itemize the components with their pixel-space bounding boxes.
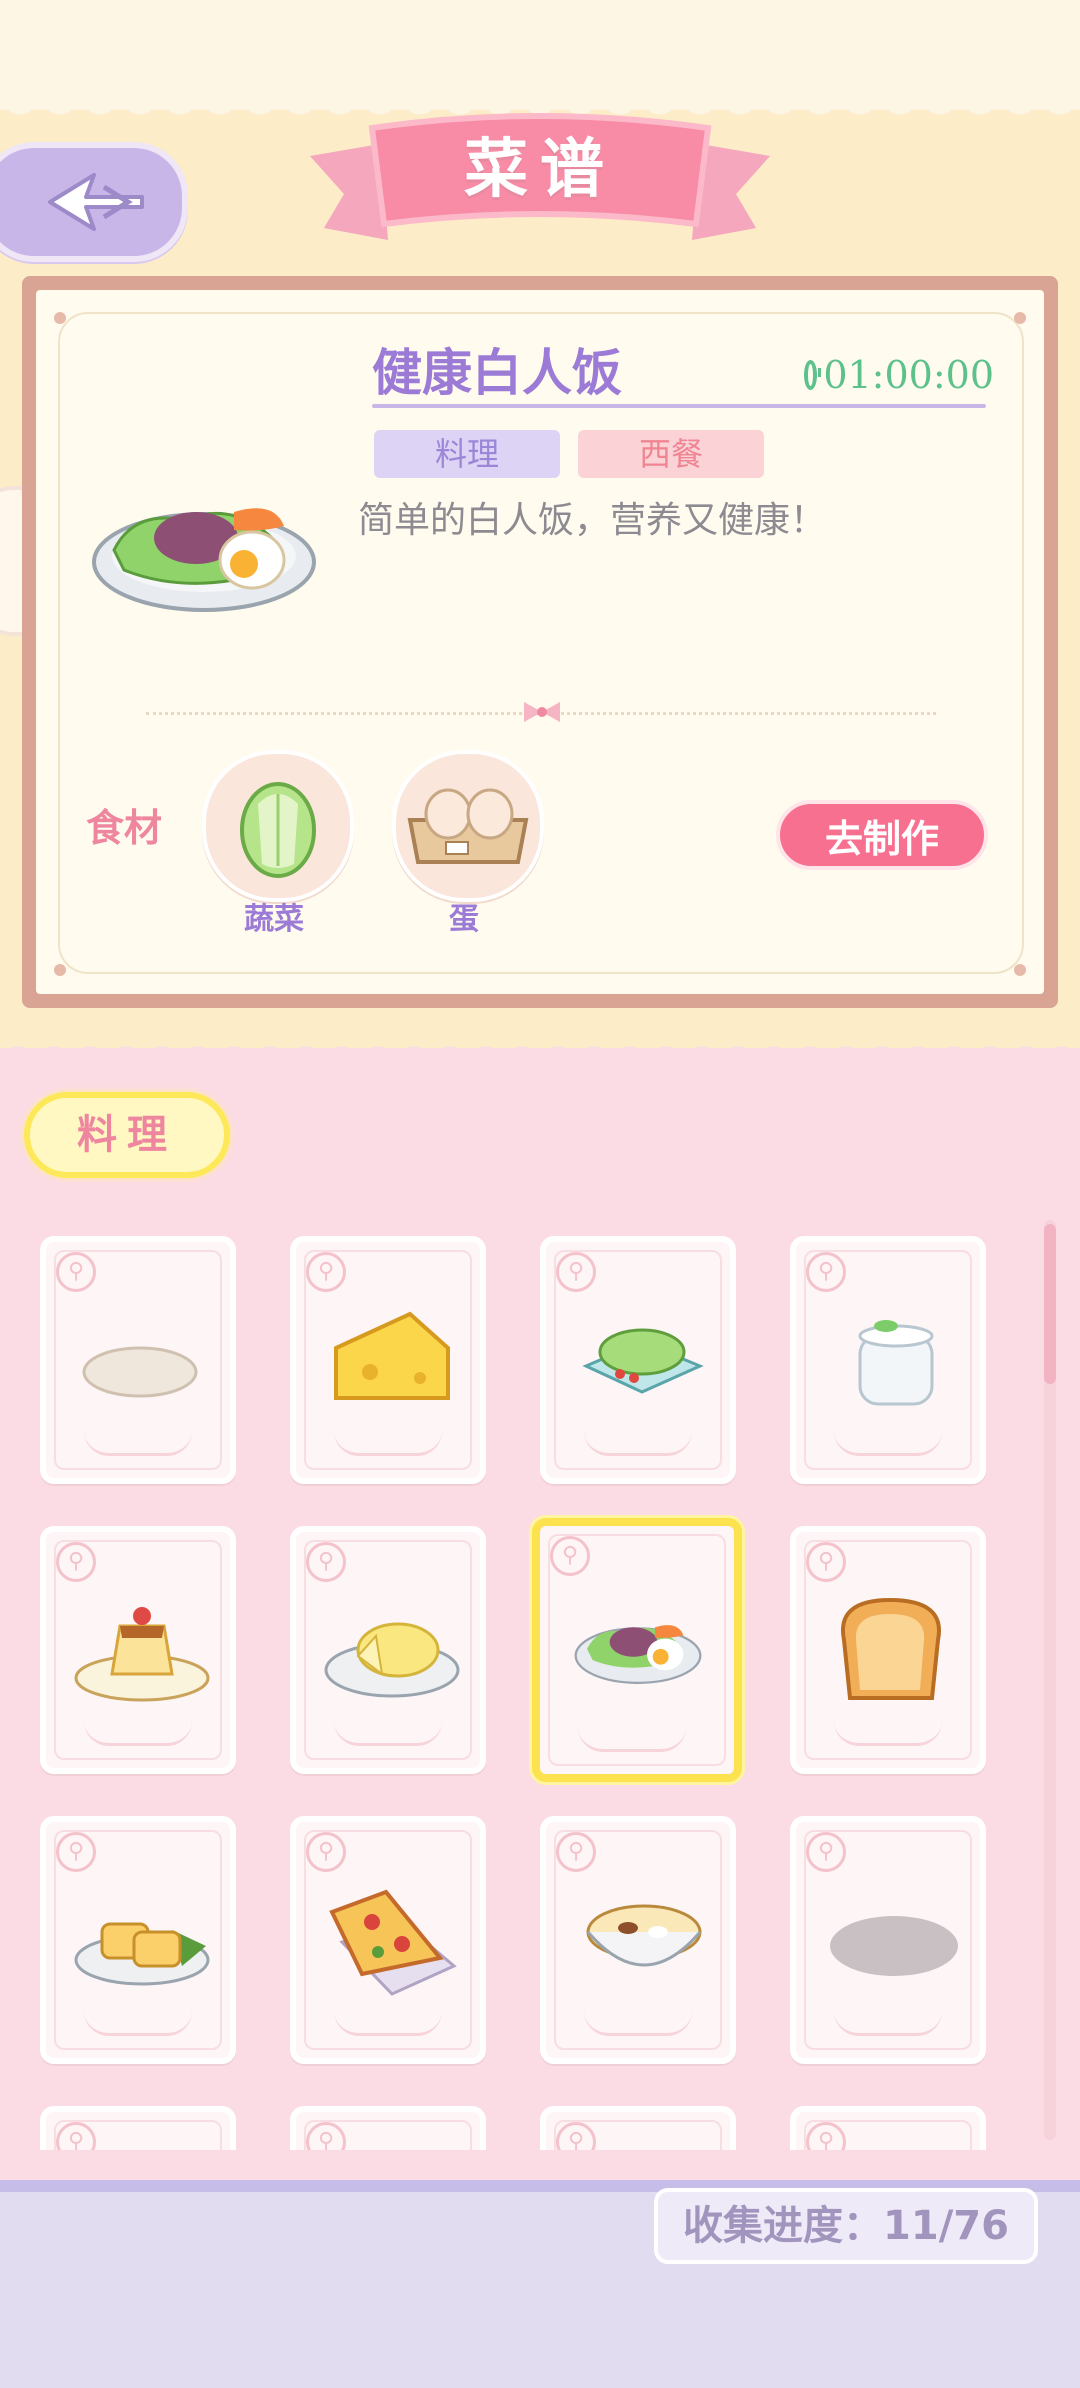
recipe-item[interactable]: ⚲ [40, 2106, 236, 2150]
recipe-description: 简单的白人饭，营养又健康！ [358, 500, 827, 541]
fork-spoon-icon: ⚲ [550, 1536, 590, 1576]
laurel-decoration [834, 1431, 942, 1456]
timer-value: 01:00:00 [823, 353, 994, 397]
top-strip [0, 0, 1080, 110]
page-title: 菜谱 [464, 133, 616, 207]
laurel-decoration [584, 1431, 692, 1456]
laurel-decoration [84, 1721, 192, 1746]
healthy-meal-icon [574, 1625, 702, 1684]
corner-dot [1014, 964, 1026, 976]
back-arrow-icon [48, 173, 144, 231]
recipe-card-inner-border [58, 312, 1024, 974]
fork-spoon-icon: ⚲ [56, 1252, 96, 1292]
laurel-decoration [334, 2011, 442, 2036]
laurel-decoration [334, 1721, 442, 1746]
fork-spoon-icon: ⚲ [806, 1832, 846, 1872]
fork-spoon-icon: ⚲ [806, 1542, 846, 1582]
fork-spoon-icon: ⚲ [556, 1832, 596, 1872]
recipe-item[interactable]: ⚲ [790, 2106, 986, 2150]
yogurt-jar-icon [858, 1320, 934, 1406]
pudding-icon [74, 1607, 210, 1702]
fork-spoon-icon: ⚲ [556, 1252, 596, 1292]
recipe-item-flatbread[interactable]: ⚲ [40, 1236, 236, 1484]
fork-spoon-icon: ⚲ [56, 1542, 96, 1582]
collection-progress: 收集进度：11/76 [654, 2188, 1038, 2264]
salad-icon [582, 1328, 704, 1394]
ingredient-name: 蔬菜 [244, 902, 304, 937]
laurel-decoration [84, 2011, 192, 2036]
corner-dot [1014, 312, 1026, 324]
laurel-decoration [834, 1721, 942, 1746]
recipe-grid: ⚲ ⚲ ⚲ ⚲ ⚲ ⚲ ⚲ ⚲ ⚲ ⚲ ⚲ ⚲ ⚲ ⚲ ⚲ ⚲ [0, 1200, 1080, 2150]
pizza-slice-icon [329, 1889, 457, 1996]
ingredients-label: 食材 [86, 806, 163, 850]
cheese-wheel-icon [324, 1622, 460, 1698]
bow-icon [524, 702, 560, 722]
ingredient-vegetable[interactable] [202, 750, 354, 902]
flatbread-icon [82, 1346, 198, 1398]
recipe-item[interactable]: ⚲ [540, 2106, 736, 2150]
fork-spoon-icon: ⚲ [306, 1252, 346, 1292]
laurel-decoration [834, 2011, 942, 2036]
category-tab-cooking[interactable]: 料理 [24, 1092, 230, 1178]
fork-spoon-icon: ⚲ [306, 1832, 346, 1872]
recipe-item-soup-bowl[interactable]: ⚲ [540, 1816, 736, 2064]
locked-dish-silhouette [830, 1916, 958, 1976]
recipe-item-healthy-white-meal[interactable]: ⚲ [532, 1518, 742, 1782]
recipe-item-locked[interactable]: ⚲ [790, 1816, 986, 2064]
soup-bowl-icon [586, 1904, 702, 1967]
recipe-timer: 01:00:00 [804, 350, 994, 400]
recipe-item-egg-rolls[interactable]: ⚲ [40, 1816, 236, 2064]
egg-roll-icon [74, 1922, 210, 1986]
egg-carton-icon [407, 788, 529, 864]
scrollbar-thumb[interactable] [1044, 1224, 1056, 1384]
recipe-name: 健康白人饭 [372, 344, 622, 402]
ingredient-egg[interactable] [392, 750, 544, 902]
pink-scallop-border [0, 1036, 1080, 1064]
fork-spoon-icon: ⚲ [56, 1832, 96, 1872]
go-make-button[interactable]: 去制作 [776, 800, 988, 870]
fork-spoon-icon: ⚲ [806, 1252, 846, 1292]
recipe-item-cheese-wheel[interactable]: ⚲ [290, 1526, 486, 1774]
recipe-item-bread-loaf[interactable]: ⚲ [790, 1526, 986, 1774]
laurel-decoration [578, 1727, 686, 1752]
recipe-item-cheese-wedge[interactable]: ⚲ [290, 1236, 486, 1484]
corner-dot [54, 964, 66, 976]
corner-dot [54, 312, 66, 324]
fork-spoon-icon: ⚲ [306, 1542, 346, 1582]
laurel-decoration [84, 1431, 192, 1456]
cabbage-icon [240, 782, 316, 878]
recipe-item[interactable]: ⚲ [290, 2106, 486, 2150]
bread-loaf-icon [841, 1597, 941, 1700]
recipe-item-pizza-slice[interactable]: ⚲ [290, 1816, 486, 2064]
cheese-wedge-icon [334, 1311, 450, 1400]
recipe-item-pudding[interactable]: ⚲ [40, 1526, 236, 1774]
recipe-item-yogurt[interactable]: ⚲ [790, 1236, 986, 1484]
tag-western-food: 西餐 [578, 430, 764, 478]
recipe-dish-image [92, 508, 316, 612]
laurel-decoration [584, 2011, 692, 2036]
tag-cuisine-type: 料理 [374, 430, 560, 478]
laurel-decoration [334, 1431, 442, 1456]
name-underline [372, 404, 986, 408]
back-button[interactable] [0, 142, 188, 262]
clock-icon [804, 360, 822, 390]
ingredient-name: 蛋 [449, 902, 479, 937]
recipe-item-salad[interactable]: ⚲ [540, 1236, 736, 1484]
